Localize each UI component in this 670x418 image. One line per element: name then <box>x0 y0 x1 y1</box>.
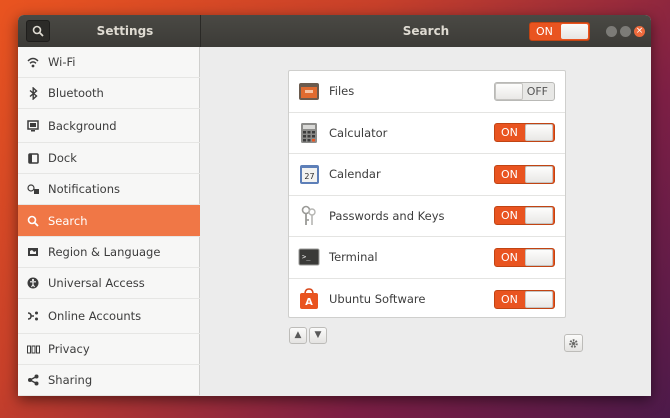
universal-access-icon <box>27 277 39 289</box>
ubuntu-software-toggle[interactable]: ON <box>494 289 555 309</box>
list-item-calendar: 27 Calendar ON <box>289 154 565 196</box>
titlebar: Settings Search ON × <box>18 15 651 47</box>
privacy-icon <box>26 345 40 353</box>
search-icon <box>27 215 39 227</box>
sidebar-item-label: Online Accounts <box>48 309 142 323</box>
terminal-toggle[interactable]: ON <box>494 247 555 267</box>
gear-icon <box>569 338 578 348</box>
search-panel: Files OFF Calculator ON 27 Calendar ON P… <box>201 47 651 396</box>
toggle-label: ON <box>501 292 518 306</box>
region-icon <box>28 248 38 256</box>
toggle-knob <box>495 82 523 100</box>
toggle-knob <box>525 248 553 266</box>
calendar-toggle[interactable]: ON <box>494 164 555 184</box>
search-button[interactable] <box>26 20 50 42</box>
list-item-calculator: Calculator ON <box>289 113 565 154</box>
sidebar-item-privacy[interactable]: Privacy <box>18 334 200 365</box>
sidebar-item-label: Background <box>48 118 117 133</box>
calculator-icon <box>301 122 317 143</box>
chevron-down-icon: ▼ <box>314 330 322 340</box>
sidebar-item-label: Dock <box>48 151 77 165</box>
sidebar-item-label: Sharing <box>48 373 93 387</box>
calculator-toggle[interactable]: ON <box>494 123 555 143</box>
dock-icon <box>27 152 39 164</box>
sidebar-title: Settings <box>96 24 154 38</box>
toggle-label: ON <box>536 25 553 38</box>
passwords-and-keys-toggle[interactable]: ON <box>494 206 555 226</box>
bluetooth-icon <box>29 86 38 100</box>
sidebar-item-search[interactable]: Search <box>18 205 200 237</box>
search-providers-list: Files OFF Calculator ON 27 Calendar ON P… <box>288 70 566 318</box>
toggle-knob <box>525 290 553 308</box>
maximize-icon[interactable] <box>620 26 631 37</box>
toggle-label: ON <box>501 126 518 140</box>
sidebar-item-label: Bluetooth <box>48 86 104 100</box>
sidebar-item-label: Privacy <box>48 342 90 356</box>
toggle-label: ON <box>501 167 518 181</box>
files-toggle[interactable]: OFF <box>494 81 555 101</box>
toggle-knob <box>561 24 588 39</box>
chevron-up-icon: ▲ <box>294 330 302 340</box>
sidebar-item-bluetooth[interactable]: Bluetooth <box>18 78 200 109</box>
move-up-button[interactable]: ▲ <box>289 327 307 344</box>
toggle-label: ON <box>501 209 518 223</box>
list-item-passwords-and-keys: Passwords and Keys ON <box>289 196 565 237</box>
app-name: Calculator <box>329 125 388 140</box>
sidebar-item-dock[interactable]: Dock <box>18 143 200 174</box>
toggle-label: OFF <box>526 84 548 98</box>
notifications-icon <box>26 183 39 194</box>
search-master-toggle[interactable]: ON <box>529 22 590 41</box>
close-icon[interactable]: × <box>634 26 645 37</box>
sidebar-item-notifications[interactable]: Notifications <box>18 174 200 205</box>
move-down-button[interactable]: ▼ <box>309 327 327 344</box>
app-name: Ubuntu Software <box>329 292 426 307</box>
toggle-knob <box>525 165 553 183</box>
sidebar-item-label: Search <box>48 213 88 228</box>
list-item-ubuntu-software: A Ubuntu Software ON <box>289 279 565 321</box>
sharing-icon <box>28 374 39 386</box>
toggle-label: ON <box>501 250 518 264</box>
wifi-icon <box>27 57 39 67</box>
keys-icon <box>301 205 316 225</box>
sidebar-item-universal-access[interactable]: Universal Access <box>18 268 200 299</box>
ubuntu-software-icon: A <box>300 288 318 310</box>
sidebar-item-label: Universal Access <box>48 276 145 290</box>
list-item-files: Files OFF <box>289 71 565 113</box>
sidebar-item-region-language[interactable]: Region & Language <box>18 237 200 268</box>
sidebar-item-wifi[interactable]: Wi-Fi <box>18 47 200 78</box>
software-letter: A <box>305 297 313 308</box>
app-name: Passwords and Keys <box>329 208 445 223</box>
sidebar-item-label: Notifications <box>48 182 120 196</box>
search-locations-button[interactable] <box>564 334 583 352</box>
sidebar: Wi-Fi Bluetooth Background Dock Notifica… <box>18 47 200 396</box>
app-name: Terminal <box>329 250 378 265</box>
settings-window: Settings Search ON × Wi-Fi Bluetooth Bac… <box>18 15 651 396</box>
sidebar-item-sharing[interactable]: Sharing <box>18 365 200 396</box>
online-accounts-icon <box>27 311 38 321</box>
list-item-terminal: >_ Terminal ON <box>289 237 565 279</box>
terminal-prompt: >_ <box>302 253 311 261</box>
toggle-knob <box>525 124 553 142</box>
search-icon <box>32 25 44 37</box>
app-name: Calendar <box>329 167 381 182</box>
minimize-icon[interactable] <box>606 26 617 37</box>
toggle-knob <box>525 207 553 225</box>
background-icon <box>27 119 39 131</box>
app-name: Files <box>329 84 355 99</box>
sidebar-item-background[interactable]: Background <box>18 109 200 143</box>
calendar-day: 27 <box>304 172 314 181</box>
files-icon <box>299 83 319 101</box>
sidebar-item-label: Region & Language <box>48 245 161 259</box>
terminal-icon: >_ <box>298 248 320 266</box>
sidebar-item-label: Wi-Fi <box>48 55 76 69</box>
sidebar-item-online-accounts[interactable]: Online Accounts <box>18 299 200 334</box>
calendar-icon: 27 <box>299 164 319 184</box>
